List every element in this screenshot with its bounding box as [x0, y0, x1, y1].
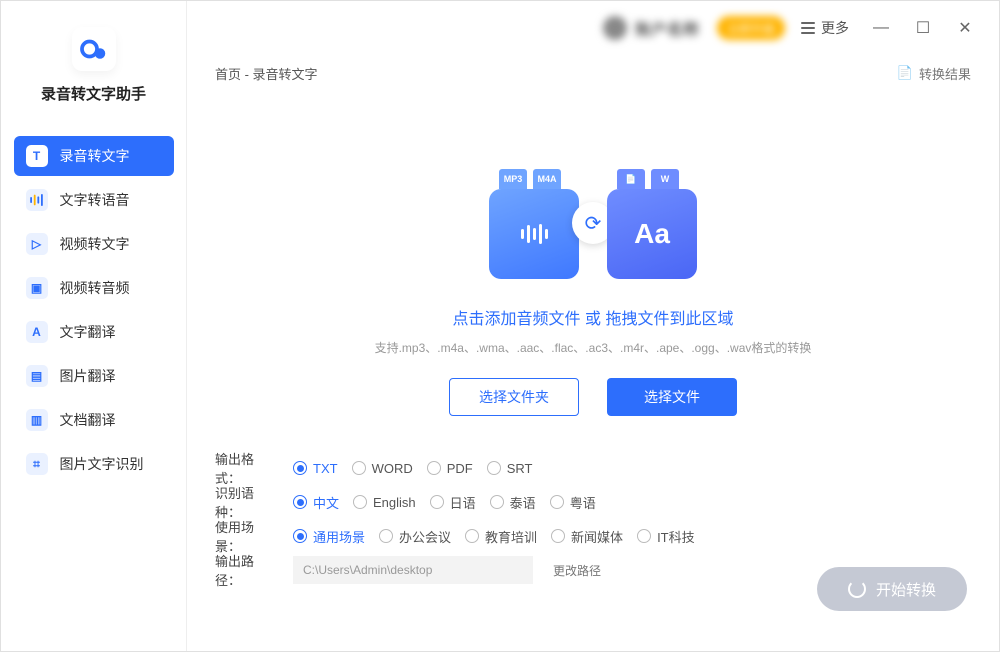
text-cube-icon: 📄 W Aa [607, 189, 697, 279]
nav-label: 视频转文字 [60, 234, 130, 254]
options-panel: 输出格式： TXT WORD PDF SRT 识别语种： 中文 English … [187, 441, 999, 587]
dropzone[interactable]: MP3 M4A ⟳ 📄 W Aa 点击添加音频文件 或 拖拽文件到此区域 支持.… [213, 121, 973, 441]
maximize-button[interactable]: ☐ [907, 12, 939, 44]
upgrade-button[interactable]: 立即升级 [717, 16, 785, 40]
nav-label: 图片文字识别 [60, 454, 144, 474]
lang-th[interactable]: 泰语 [490, 493, 536, 512]
doc-icon: 📄 [897, 65, 913, 81]
output-path-input[interactable] [293, 556, 533, 584]
format-word[interactable]: WORD [352, 461, 413, 476]
more-label: 更多 [821, 18, 849, 38]
choose-file-button[interactable]: 选择文件 [607, 378, 737, 416]
lang-en[interactable]: English [353, 495, 416, 510]
scene-label: 使用场景： [215, 517, 279, 555]
translate-icon: A [26, 321, 48, 343]
nav-label: 图片翻译 [60, 366, 116, 386]
language-row: 识别语种： 中文 English 日语 泰语 粤语 [215, 485, 971, 519]
scene-it[interactable]: IT科技 [637, 527, 695, 546]
minimize-button[interactable]: — [865, 12, 897, 44]
close-button[interactable]: ✕ [949, 12, 981, 44]
avatar-icon [603, 16, 627, 40]
text-icon: T [26, 145, 48, 167]
format-label: 输出格式： [215, 449, 279, 487]
sidebar: 录音转文字助手 T 录音转文字 文字转语音 ▷ 视频转文字 ▣ 视频转音频 A [1, 1, 187, 651]
more-button[interactable]: 更多 [795, 14, 855, 42]
dropzone-title: 点击添加音频文件 或 拖拽文件到此区域 [453, 305, 734, 329]
video-audio-icon: ▣ [26, 277, 48, 299]
change-path-link[interactable]: 更改路径 [553, 562, 601, 579]
results-label: 转换结果 [919, 64, 971, 83]
lang-ja[interactable]: 日语 [430, 493, 476, 512]
audio-cube-icon: MP3 M4A [489, 189, 579, 279]
logo-icon [79, 34, 109, 64]
illustration: MP3 M4A ⟳ 📄 W Aa [443, 139, 743, 279]
nav-label: 录音转文字 [60, 146, 130, 166]
start-label: 开始转换 [876, 579, 936, 600]
scene-news[interactable]: 新闻媒体 [551, 527, 623, 546]
ocr-icon: ⌗ [26, 453, 48, 475]
wave-icon [26, 189, 48, 211]
app-name: 录音转文字助手 [41, 83, 146, 104]
sidebar-item-video-to-text[interactable]: ▷ 视频转文字 [14, 224, 174, 264]
nav-label: 视频转音频 [60, 278, 130, 298]
language-label: 识别语种： [215, 483, 279, 521]
start-convert-button[interactable]: 开始转换 [817, 567, 967, 611]
sidebar-item-doc-translate[interactable]: ▥ 文档翻译 [14, 400, 174, 440]
nav-label: 文字翻译 [60, 322, 116, 342]
format-txt[interactable]: TXT [293, 461, 338, 476]
scene-edu[interactable]: 教育培训 [465, 527, 537, 546]
user-name: 账户名称 [635, 16, 699, 40]
choose-folder-button[interactable]: 选择文件夹 [449, 378, 579, 416]
breadcrumb-row: 首页 - 录音转文字 📄 转换结果 [187, 55, 999, 91]
doc-tag: 📄 [617, 169, 645, 189]
word-tag: W [651, 169, 679, 189]
path-label: 输出路径： [215, 551, 279, 589]
format-pdf[interactable]: PDF [427, 461, 473, 476]
image-translate-icon: ▤ [26, 365, 48, 387]
dropzone-buttons: 选择文件夹 选择文件 [449, 378, 737, 416]
sidebar-item-text-to-speech[interactable]: 文字转语音 [14, 180, 174, 220]
nav-list: T 录音转文字 文字转语音 ▷ 视频转文字 ▣ 视频转音频 A 文字翻译 [14, 136, 174, 484]
breadcrumb: 首页 - 录音转文字 [215, 64, 318, 83]
dropzone-subtitle: 支持.mp3、.m4a、.wma、.aac、.flac、.ac3、.m4r、.a… [375, 339, 812, 356]
sidebar-item-image-translate[interactable]: ▤ 图片翻译 [14, 356, 174, 396]
mp3-tag: MP3 [499, 169, 527, 189]
format-srt[interactable]: SRT [487, 461, 533, 476]
nav-label: 文字转语音 [60, 190, 130, 210]
lang-yue[interactable]: 粤语 [550, 493, 596, 512]
nav-label: 文档翻译 [60, 410, 116, 430]
hamburger-icon [801, 22, 815, 34]
titlebar: 账户名称 立即升级 更多 — ☐ ✕ [187, 1, 999, 55]
results-link[interactable]: 📄 转换结果 [897, 64, 971, 83]
play-icon: ▷ [26, 233, 48, 255]
spinner-icon [848, 580, 866, 598]
user-area[interactable]: 账户名称 [603, 16, 699, 40]
sidebar-item-ocr[interactable]: ⌗ 图片文字识别 [14, 444, 174, 484]
sidebar-item-audio-to-text[interactable]: T 录音转文字 [14, 136, 174, 176]
m4a-tag: M4A [533, 169, 561, 189]
aa-label: Aa [634, 218, 670, 250]
main-area: 账户名称 立即升级 更多 — ☐ ✕ 首页 - 录音转文字 📄 转换结果 MP3 [187, 1, 999, 651]
scene-row: 使用场景： 通用场景 办公会议 教育培训 新闻媒体 IT科技 [215, 519, 971, 553]
app-logo [72, 27, 116, 71]
sidebar-item-text-translate[interactable]: A 文字翻译 [14, 312, 174, 352]
scene-general[interactable]: 通用场景 [293, 527, 365, 546]
wave-icon [521, 224, 548, 244]
format-row: 输出格式： TXT WORD PDF SRT [215, 451, 971, 485]
doc-translate-icon: ▥ [26, 409, 48, 431]
sidebar-item-video-to-audio[interactable]: ▣ 视频转音频 [14, 268, 174, 308]
lang-zh[interactable]: 中文 [293, 493, 339, 512]
scene-meeting[interactable]: 办公会议 [379, 527, 451, 546]
